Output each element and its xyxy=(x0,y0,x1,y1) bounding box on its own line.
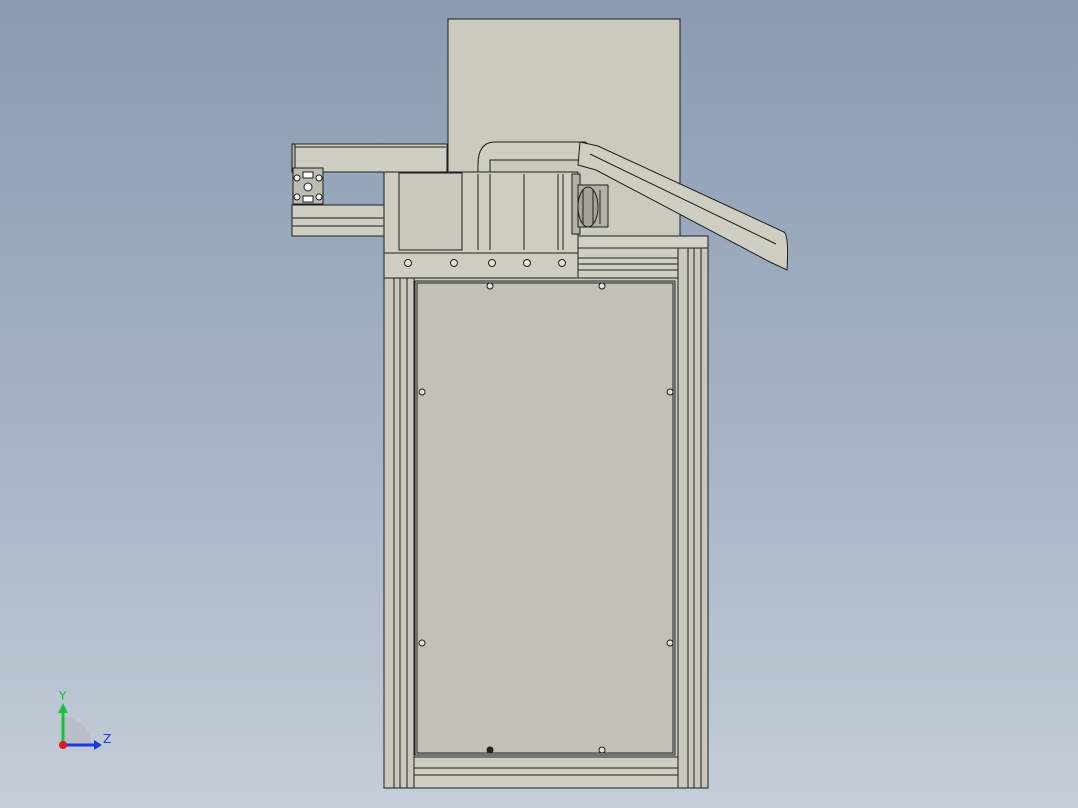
triad-y-label: Y xyxy=(58,689,67,703)
aluminum-profile-section xyxy=(292,167,324,205)
bottom-cross-rail xyxy=(413,756,679,789)
front-access-panel[interactable] xyxy=(414,280,676,756)
triad-y-arrow-icon xyxy=(58,703,68,713)
orientation-triad[interactable]: Y Z xyxy=(58,689,111,750)
cad-viewport[interactable]: Y Z xyxy=(0,0,1078,808)
right-frame-post xyxy=(677,247,709,789)
machine-assembly-front-view[interactable] xyxy=(291,18,789,789)
left-frame-post xyxy=(383,277,415,789)
left-lower-rail[interactable] xyxy=(291,204,387,237)
upper-cross-rail xyxy=(577,247,679,279)
triad-z-arrow-icon xyxy=(94,740,102,750)
triad-quarter-disc xyxy=(63,717,91,745)
head-window xyxy=(398,172,463,251)
triad-x-origin-icon xyxy=(59,741,67,749)
right-upper-rail[interactable] xyxy=(577,235,709,249)
triad-z-label: Z xyxy=(103,732,111,746)
